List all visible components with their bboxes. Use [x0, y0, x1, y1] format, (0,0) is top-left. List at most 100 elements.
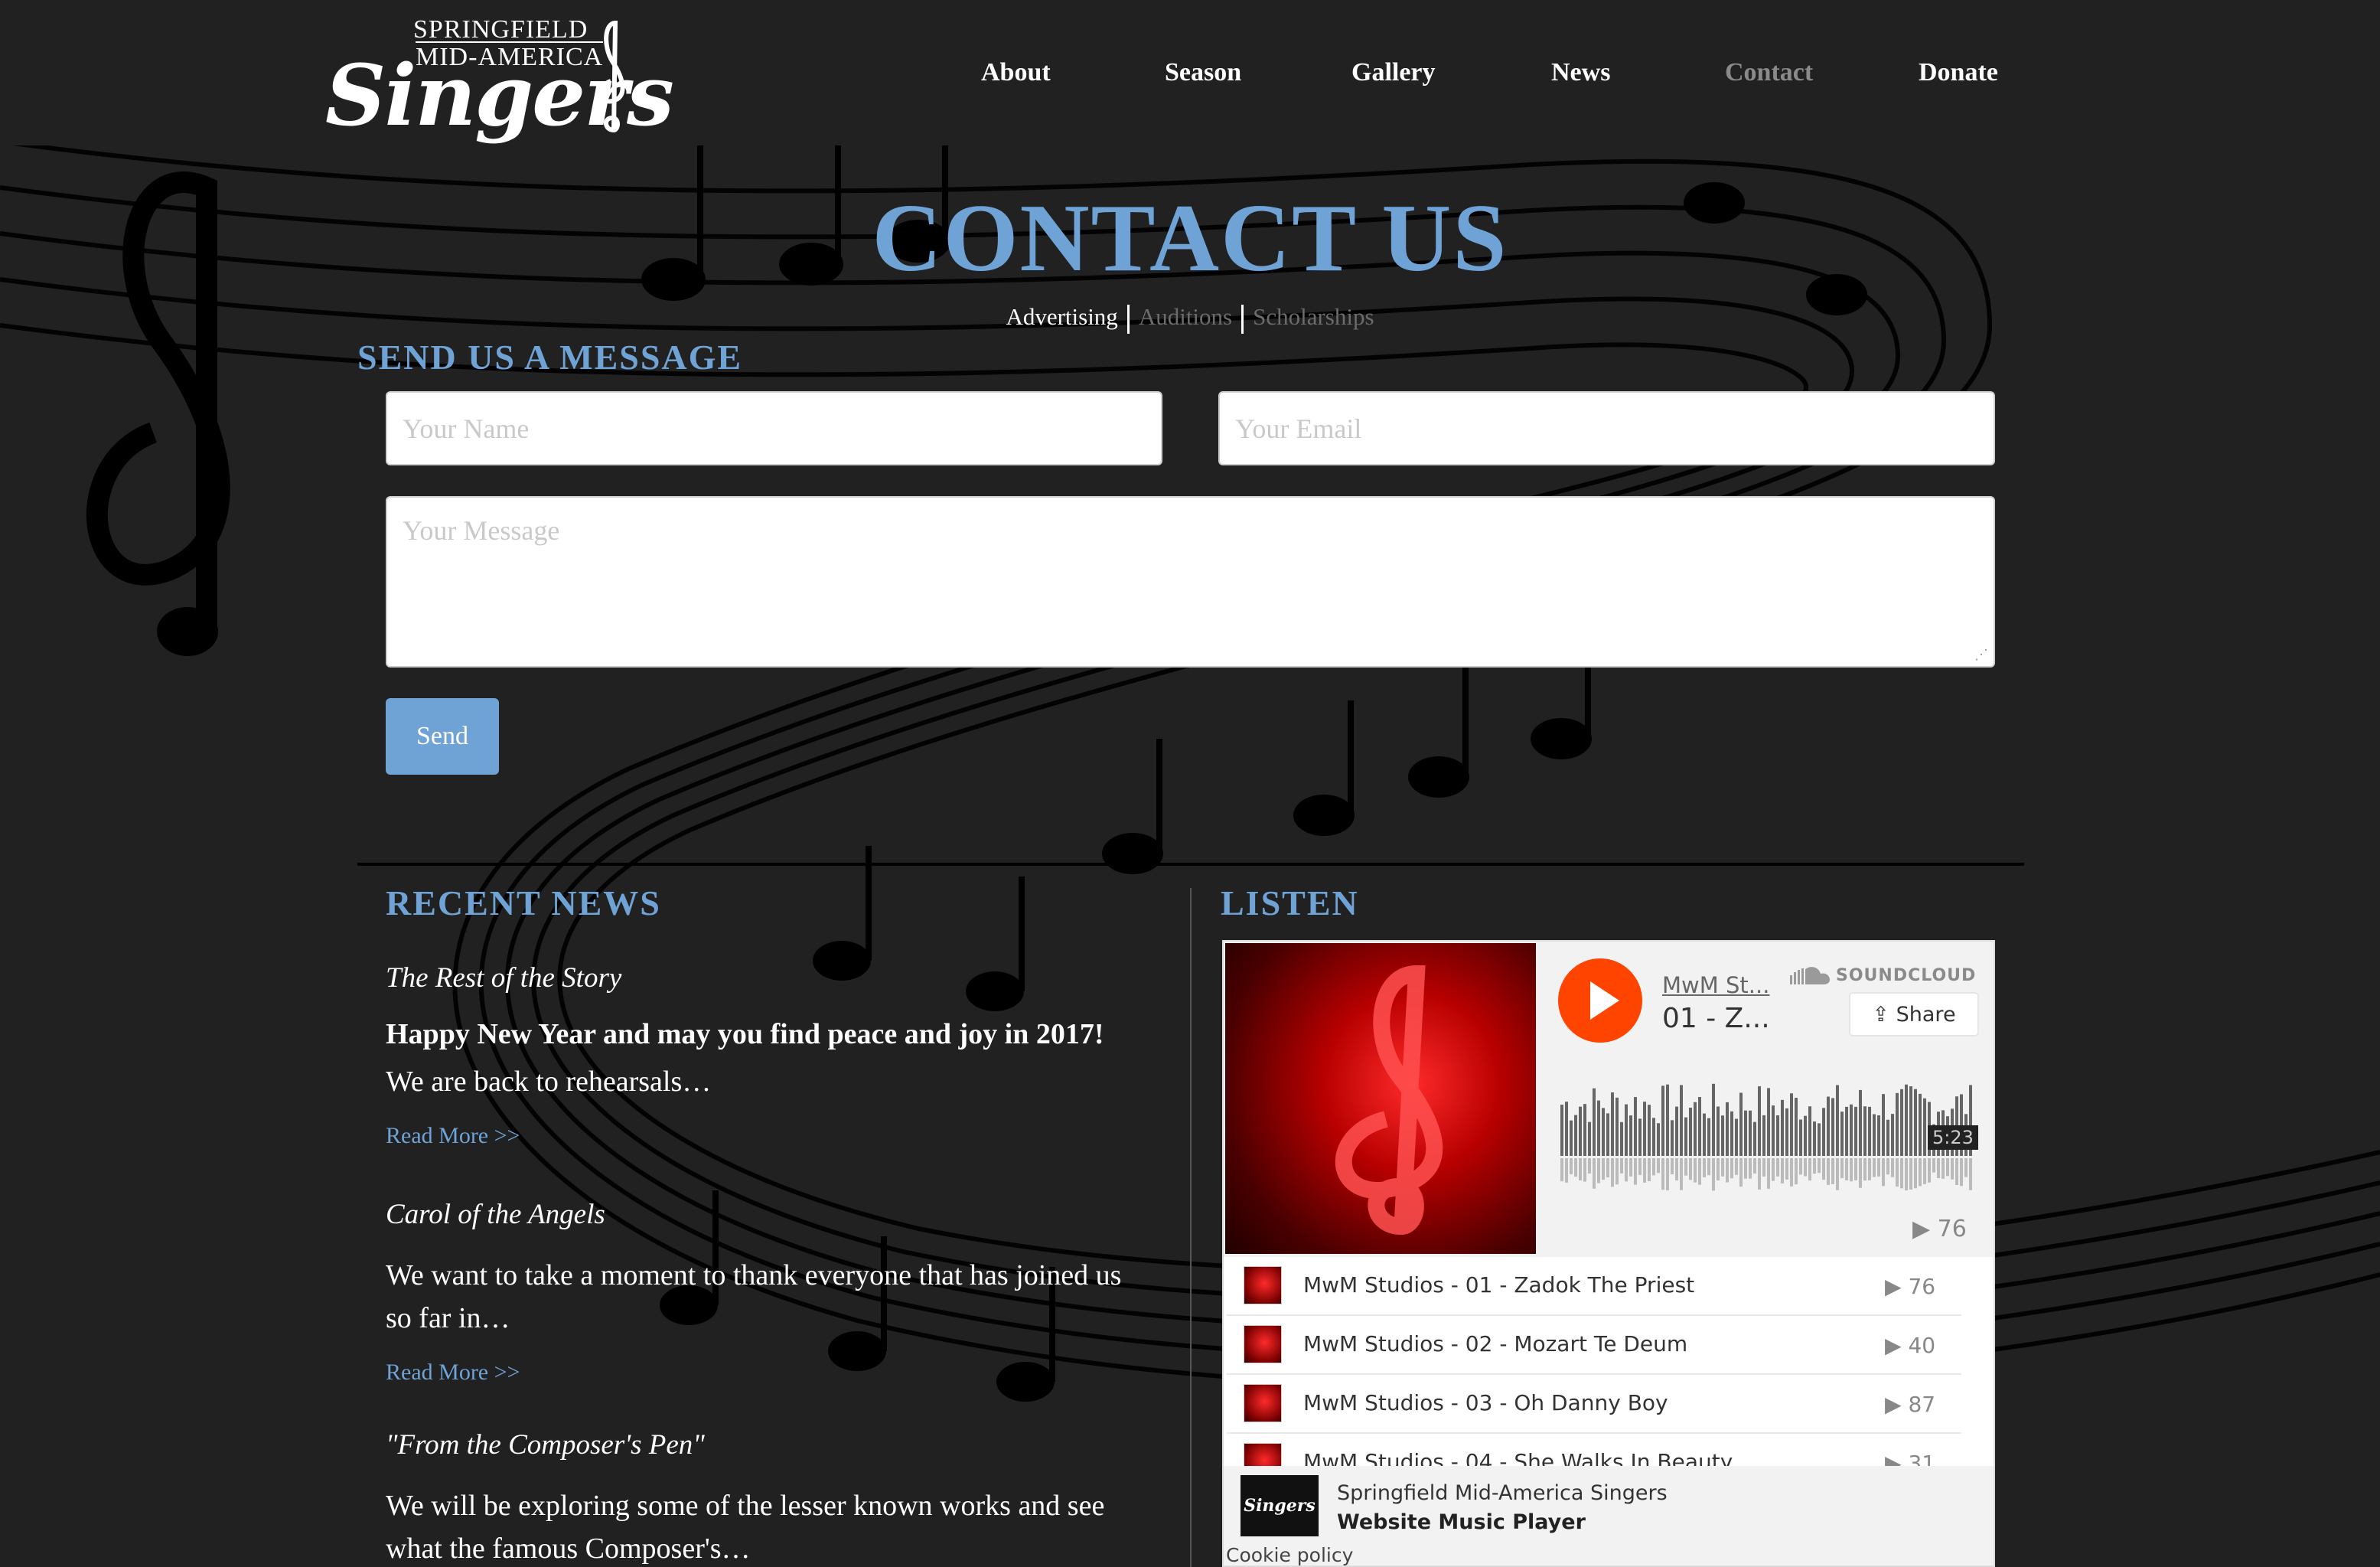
waveform-bar: [1758, 1086, 1761, 1156]
news-item: Carol of the Angels We want to take a mo…: [386, 1198, 1151, 1386]
track-artist-link[interactable]: MwM St...: [1662, 972, 1769, 998]
waveform-bar: [1877, 1115, 1880, 1156]
subnav-advertising[interactable]: Advertising: [996, 303, 1126, 331]
subnav-auditions[interactable]: Auditions: [1130, 303, 1241, 331]
waveform-reflection-bar: [1730, 1158, 1733, 1179]
waveform-bar: [1739, 1092, 1743, 1156]
waveform-reflection-bar: [1753, 1158, 1756, 1174]
news-item-title[interactable]: The Rest of the Story: [386, 961, 1151, 994]
waveform-reflection-bar: [1941, 1158, 1945, 1179]
waveform-reflection-bar: [1859, 1158, 1862, 1188]
waveform-reflection-bar: [1808, 1158, 1811, 1181]
waveform-reflection-bar: [1928, 1158, 1931, 1183]
waveform-reflection-bar: [1721, 1158, 1724, 1177]
waveform-reflection-bar: [1882, 1158, 1885, 1187]
waveform-reflection-bar: [1694, 1158, 1697, 1183]
player-footer: Singers Springfield Mid-America Singers …: [1224, 1466, 1994, 1565]
waveform-bar: [1753, 1121, 1756, 1156]
waveform-reflection-bar: [1923, 1158, 1926, 1184]
waveform-bar: [1882, 1094, 1885, 1156]
waveform-bar: [1707, 1118, 1710, 1156]
soundcloud-player: MwM St... 01 - Z... SOUNDCLOUD ⇪ Share 5…: [1222, 940, 1995, 1567]
waveform-reflection-bar: [1574, 1158, 1577, 1177]
waveform-bar: [1680, 1085, 1683, 1156]
waveform[interactable]: [1560, 1076, 1981, 1229]
waveform-reflection-bar: [1675, 1158, 1678, 1180]
track-thumbnail: [1244, 1384, 1282, 1422]
name-field[interactable]: [386, 391, 1162, 465]
waveform-bar: [1735, 1118, 1738, 1156]
textarea-resize-handle[interactable]: ⋰: [1974, 647, 1990, 662]
waveform-bar: [1565, 1102, 1568, 1156]
waveform-bar: [1602, 1108, 1605, 1156]
waveform-bar: [1919, 1093, 1922, 1156]
footer-subtitle: Website Music Player: [1337, 1510, 1586, 1534]
waveform-bar: [1804, 1115, 1807, 1156]
waveform-reflection-bar: [1657, 1158, 1660, 1174]
subnav-scholarships[interactable]: Scholarships: [1244, 303, 1383, 331]
waveform-reflection-bar: [1795, 1158, 1798, 1185]
waveform-reflection-bar: [1785, 1158, 1788, 1180]
waveform-bar: [1891, 1114, 1894, 1156]
waveform-bar: [1744, 1110, 1747, 1156]
message-field[interactable]: [386, 496, 1995, 668]
news-item-title[interactable]: "From the Composer's Pen": [386, 1428, 1151, 1461]
waveform-bar: [1795, 1098, 1798, 1156]
track-play-count: ▶ 40: [1885, 1333, 1936, 1358]
waveform-reflection-bar: [1707, 1158, 1710, 1176]
waveform-reflection-bar: [1565, 1158, 1568, 1183]
track-play-count: ▶ 76: [1885, 1274, 1936, 1299]
play-count-icon: ▶: [1912, 1216, 1938, 1242]
track-list-item[interactable]: MwM Studios - 03 - Oh Danny Boy ▶ 87: [1227, 1375, 1961, 1434]
read-more-link[interactable]: Read More >>: [386, 1360, 520, 1386]
waveform-bar: [1615, 1097, 1619, 1156]
waveform-bar: [1717, 1106, 1720, 1156]
waveform-reflection-bar: [1579, 1158, 1582, 1180]
footer-logo[interactable]: Singers: [1241, 1475, 1319, 1536]
track-list-item[interactable]: MwM Studios - 02 - Mozart Te Deum ▶ 40: [1227, 1316, 1961, 1375]
waveform-bar: [1813, 1121, 1816, 1156]
waveform-reflection-bar: [1620, 1158, 1623, 1174]
waveform-reflection-bar: [1822, 1158, 1825, 1180]
waveform-reflection-bar: [1648, 1158, 1651, 1182]
listen-heading: LISTEN: [1221, 883, 1359, 922]
play-button[interactable]: [1558, 958, 1642, 1043]
track-list-item[interactable]: MwM Studios - 01 - Zadok The Priest ▶ 76: [1227, 1257, 1961, 1316]
waveform-reflection-bar: [1850, 1158, 1853, 1182]
waveform-bar: [1799, 1119, 1802, 1156]
sub-nav: Advertising Auditions Scholarships: [0, 303, 2380, 334]
waveform-bar: [1593, 1088, 1596, 1156]
waveform-bar: [1827, 1096, 1830, 1156]
waveform-reflection-bar: [1726, 1158, 1729, 1183]
waveform-bar: [1606, 1113, 1609, 1156]
waveform-bar: [1579, 1106, 1582, 1156]
soundcloud-logo[interactable]: SOUNDCLOUD: [1790, 966, 1976, 986]
waveform-reflection-bar: [1964, 1158, 1968, 1177]
waveform-bar: [1694, 1102, 1697, 1156]
read-more-link[interactable]: Read More >>: [386, 1123, 520, 1149]
waveform-bar: [1689, 1107, 1692, 1156]
cookie-policy-link[interactable]: Cookie policy: [1226, 1544, 1353, 1565]
news-item-headline: Happy New Year and may you find peace an…: [386, 1018, 1104, 1050]
track-artwork[interactable]: [1225, 943, 1536, 1254]
share-button[interactable]: ⇪ Share: [1849, 992, 1979, 1037]
email-field[interactable]: [1218, 391, 1995, 465]
waveform-bar: [1790, 1093, 1793, 1156]
waveform-bar: [1822, 1108, 1825, 1156]
send-button[interactable]: Send: [386, 698, 499, 775]
waveform-reflection-bar: [1593, 1158, 1596, 1189]
news-item-title[interactable]: Carol of the Angels: [386, 1198, 1151, 1231]
waveform-reflection-bar: [1900, 1158, 1903, 1189]
track-title[interactable]: 01 - Z...: [1662, 1003, 1770, 1034]
waveform-reflection-bar: [1717, 1158, 1720, 1181]
waveform-bar: [1560, 1105, 1563, 1156]
footer-title[interactable]: Springfield Mid-America Singers: [1337, 1481, 1668, 1505]
waveform-reflection-bar: [1804, 1158, 1807, 1177]
waveform-reflection-bar: [1560, 1158, 1563, 1182]
track-name: MwM Studios - 01 - Zadok The Priest: [1303, 1272, 1695, 1298]
waveform-reflection-bar: [1570, 1158, 1573, 1174]
track-name: MwM Studios - 03 - Oh Danny Boy: [1303, 1390, 1668, 1415]
waveform-bar: [1859, 1089, 1862, 1156]
news-item-excerpt: We want to take a moment to thank everyo…: [386, 1259, 1122, 1334]
waveform-bar: [1638, 1118, 1642, 1156]
